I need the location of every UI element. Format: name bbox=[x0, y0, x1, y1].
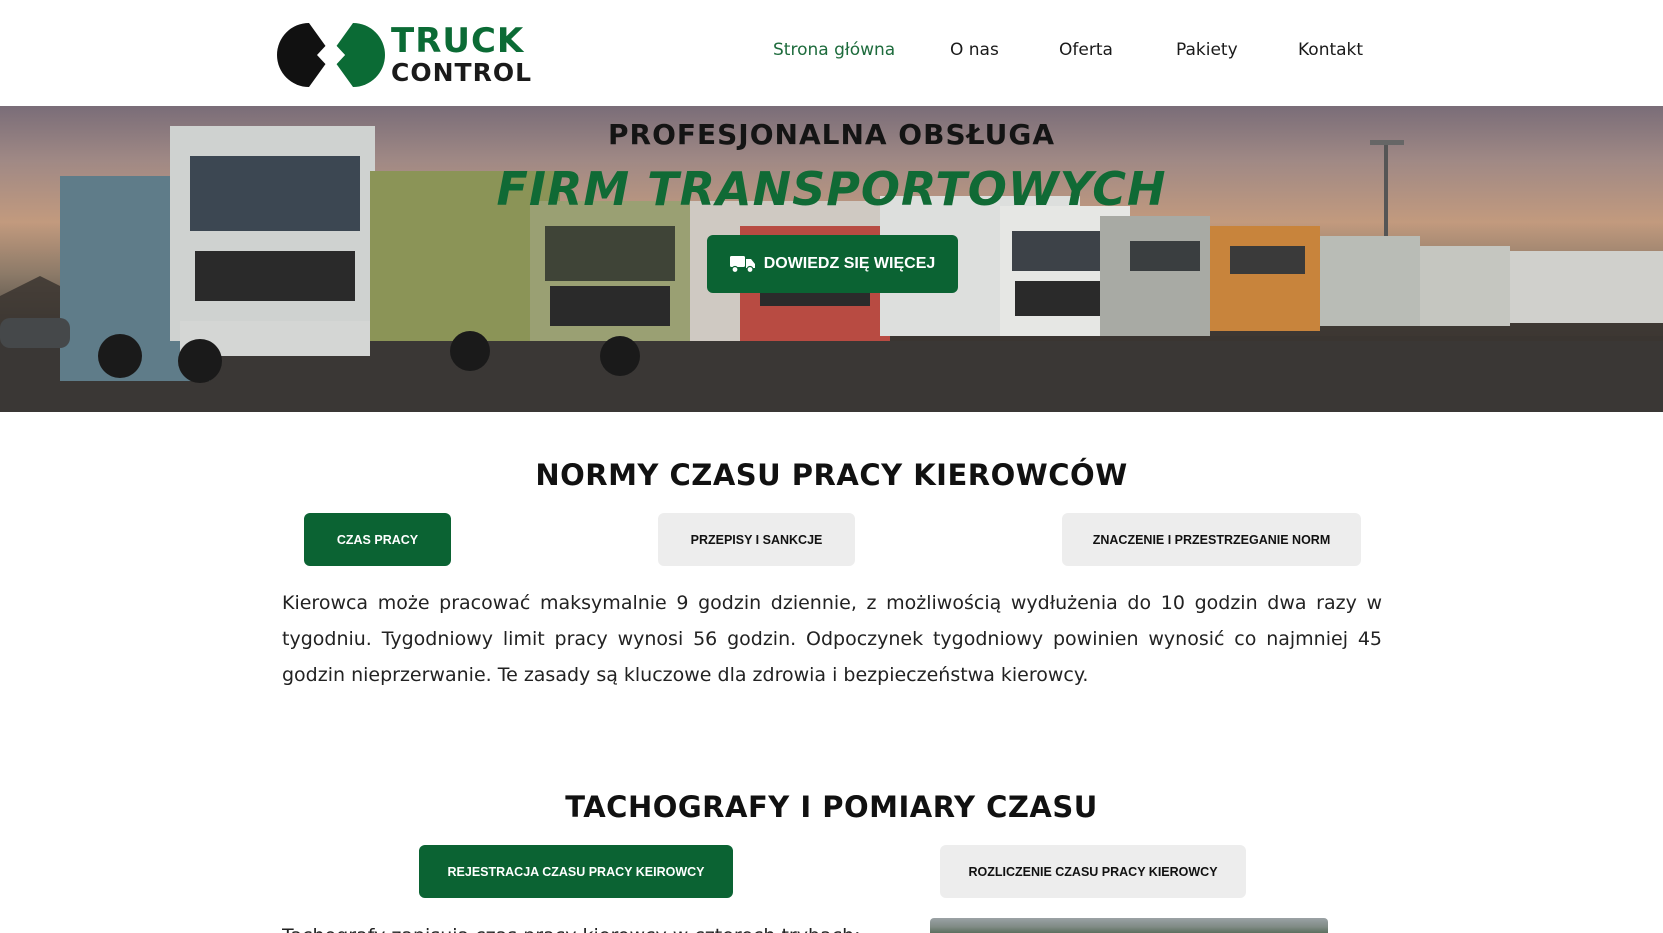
tachograph-image bbox=[930, 918, 1328, 933]
tab-rozliczenie-czasu[interactable]: ROZLICZENIE CZASU PRACY KIEROWCY bbox=[940, 845, 1246, 898]
main-nav: Strona główna O nas Oferta Pakiety Konta… bbox=[0, 40, 1663, 66]
hero-title: PROFESJONALNA OBSŁUGA bbox=[607, 118, 1055, 151]
hero-banner: PROFESJONALNA OBSŁUGA FIRM TRANSPORTOWYC… bbox=[0, 106, 1663, 412]
nav-item-oferta[interactable]: Oferta bbox=[1059, 40, 1113, 60]
section-title-tachographs: TACHOGRAFY I POMIARY CZASU bbox=[565, 790, 1098, 824]
truck-5 bbox=[1100, 216, 1210, 336]
nav-item-strona-glowna[interactable]: Strona główna bbox=[773, 40, 895, 60]
nav-item-o-nas[interactable]: O nas bbox=[950, 40, 999, 60]
tachograph-paragraph: Tachografy zapisują czas pracy kierowcy … bbox=[282, 918, 902, 933]
truck-6 bbox=[1210, 226, 1320, 331]
tab-czas-pracy[interactable]: CZAS PRACY bbox=[304, 513, 451, 566]
tab-rejestracja-czasu[interactable]: REJESTRACJA CZASU PRACY KEIROWCY bbox=[419, 845, 733, 898]
truck-icon bbox=[729, 256, 755, 273]
nav-item-pakiety[interactable]: Pakiety bbox=[1176, 40, 1238, 60]
nav-item-kontakt[interactable]: Kontakt bbox=[1298, 40, 1363, 60]
tab-przepisy-i-sankcje[interactable]: PRZEPISY I SANKCJE bbox=[658, 513, 855, 566]
site-header: TRUCK CONTROL Strona główna O nas Oferta… bbox=[0, 0, 1663, 106]
norms-paragraph: Kierowca może pracować maksymalnie 9 god… bbox=[282, 592, 1382, 686]
section-title-norms: NORMY CZASU PRACY KIEROWCÓW bbox=[535, 458, 1128, 492]
learn-more-button[interactable]: DOWIEDZ SIĘ WIĘCEJ bbox=[707, 235, 958, 293]
hero-subtitle: FIRM TRANSPORTOWYCH bbox=[496, 162, 1167, 216]
learn-more-label: DOWIEDZ SIĘ WIĘCEJ bbox=[763, 255, 936, 272]
tab-znaczenie-norm[interactable]: ZNACZENIE I PRZESTRZEGANIE NORM bbox=[1062, 513, 1361, 566]
